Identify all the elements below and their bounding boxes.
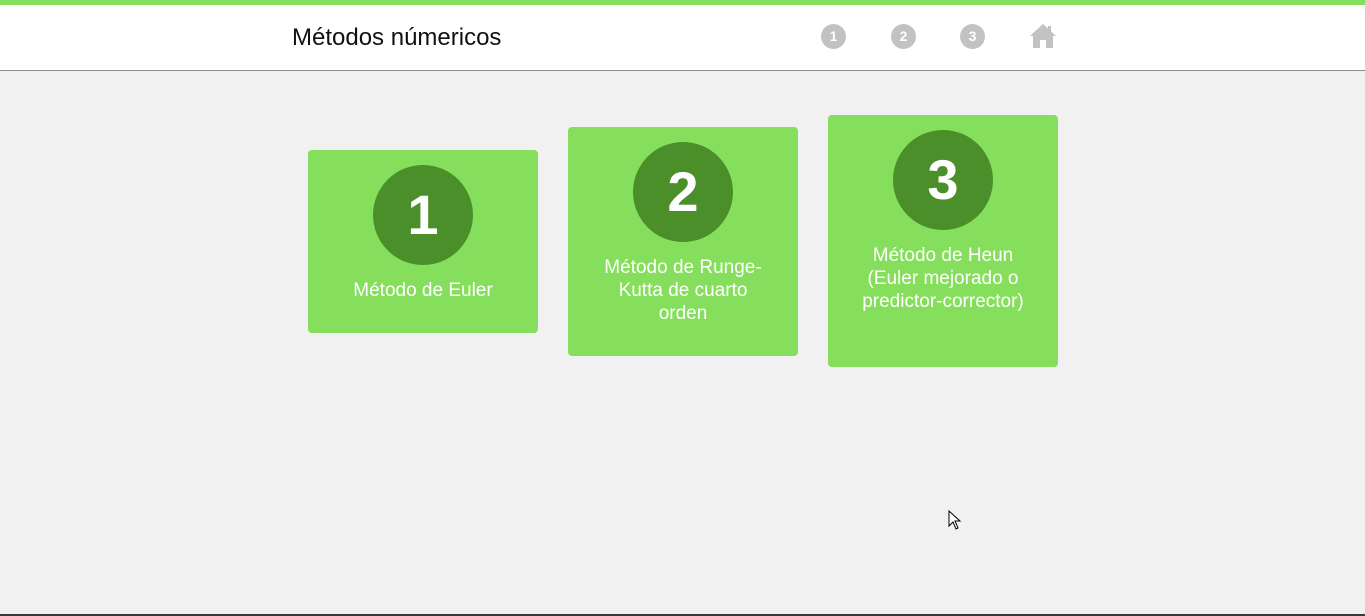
card-number-badge: 3 bbox=[893, 130, 993, 230]
mouse-cursor-icon bbox=[948, 509, 962, 530]
home-icon[interactable] bbox=[1029, 23, 1057, 49]
card-number-badge: 1 bbox=[373, 165, 473, 265]
card-runge-kutta[interactable]: 2 Método de Runge-Kutta de cuarto orden bbox=[568, 127, 798, 356]
nav-step-3-button[interactable]: 3 bbox=[960, 24, 985, 49]
card-heun[interactable]: 3 Método de Heun (Euler mejorado o predi… bbox=[828, 115, 1058, 367]
card-number-badge: 2 bbox=[633, 142, 733, 242]
nav-step-2-button[interactable]: 2 bbox=[891, 24, 916, 49]
card-label: Método de Heun (Euler mejorado o predict… bbox=[862, 245, 1024, 312]
card-euler[interactable]: 1 Método de Euler bbox=[308, 150, 538, 333]
page-title: Métodos númericos bbox=[292, 24, 502, 51]
card-label: Método de Runge-Kutta de cuarto orden bbox=[604, 257, 762, 324]
card-label: Método de Euler bbox=[353, 280, 493, 301]
nav-step-1-button[interactable]: 1 bbox=[821, 24, 846, 49]
header: Métodos númericos 1 2 3 bbox=[0, 5, 1365, 71]
